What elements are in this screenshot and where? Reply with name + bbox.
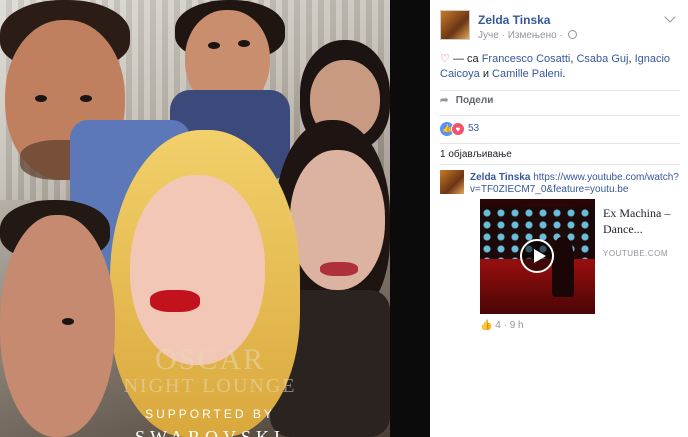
post-panel: Zelda Tinska Јуче · Измењено · ♡ — са Fr… xyxy=(430,0,688,437)
photo-watermark: OSCAR NIGHT LOUNGE SUPPORTED BY SWAROVSK… xyxy=(95,345,325,437)
tag-conjunction: и xyxy=(482,68,489,80)
divider xyxy=(440,164,680,165)
card-title[interactable]: Ex Machina – Dance... xyxy=(603,205,683,237)
play-icon[interactable] xyxy=(520,239,554,273)
video-thumbnail[interactable] xyxy=(480,199,595,314)
person-mouth xyxy=(150,290,200,312)
thumbs-up-icon[interactable]: 👍 xyxy=(480,320,492,331)
footer-separator: · xyxy=(503,320,507,331)
watermark-brand: SWAROVSKI xyxy=(134,427,285,437)
love-reaction-icon: ♥ xyxy=(451,122,465,136)
divider xyxy=(440,143,680,144)
divider xyxy=(440,90,680,91)
photo-viewer: OSCAR NIGHT LOUNGE SUPPORTED BY SWAROVSK… xyxy=(0,0,430,437)
heart-icon: ♡ xyxy=(440,53,450,65)
post-meta: Јуче · Измењено · xyxy=(478,30,577,41)
shared-post-text: Zelda Tinska https://www.youtube.com/wat… xyxy=(470,172,680,196)
divider xyxy=(440,115,680,116)
tag-link[interactable]: Camille Paleni xyxy=(492,68,562,80)
post-tagline: ♡ — са Francesco Cosatti, Csaba Guj, Ign… xyxy=(440,53,671,80)
meta-separator: · xyxy=(559,30,563,41)
post-header: Zelda Tinska Јуче · Измењено · xyxy=(440,10,680,44)
author-name[interactable]: Zelda Tinska xyxy=(478,13,550,27)
tag-link[interactable]: Csaba Guj xyxy=(576,53,628,65)
shared-post-footer: 👍 4 · 9 h xyxy=(480,320,524,331)
reaction-count[interactable]: 53 xyxy=(468,123,479,134)
person-eye xyxy=(35,95,47,102)
shared-age[interactable]: 9 h xyxy=(510,320,524,331)
tag-link[interactable]: Francesco Cosatti xyxy=(482,53,571,65)
link-preview-card[interactable]: Ex Machina – Dance... YOUTUBE.COM xyxy=(480,199,688,314)
share-button[interactable]: ➦ Подели xyxy=(440,95,493,106)
watermark-line1: OSCAR xyxy=(154,343,266,376)
avatar[interactable] xyxy=(440,170,464,194)
share-icon: ➦ xyxy=(440,95,449,106)
shared-author[interactable]: Zelda Tinska xyxy=(470,172,530,183)
shared-like-count[interactable]: 4 xyxy=(495,320,501,331)
person-mouth xyxy=(320,262,358,276)
meta-separator: · xyxy=(501,30,505,41)
avatar[interactable] xyxy=(440,10,470,40)
watermark-line2: NIGHT LOUNGE xyxy=(123,375,297,397)
person-eye xyxy=(208,42,220,49)
share-label: Подели xyxy=(455,95,494,106)
person-eye xyxy=(62,318,74,325)
person-eye xyxy=(80,95,92,102)
thumbnail-figure xyxy=(552,237,574,297)
person-eye xyxy=(238,40,250,47)
post-time[interactable]: Јуче xyxy=(478,30,499,41)
watermark-supported: SUPPORTED BY xyxy=(145,407,275,421)
tag-prefix: — са xyxy=(452,53,479,65)
card-domain: YOUTUBE.COM xyxy=(603,249,669,258)
edited-label[interactable]: Измењено xyxy=(508,30,557,41)
photo[interactable]: OSCAR NIGHT LOUNGE SUPPORTED BY SWAROVSK… xyxy=(0,0,390,437)
shares-count[interactable]: 1 објављивање xyxy=(440,149,512,160)
globe-icon[interactable] xyxy=(567,30,577,39)
chevron-down-icon[interactable] xyxy=(664,11,676,23)
person-face xyxy=(130,175,265,365)
